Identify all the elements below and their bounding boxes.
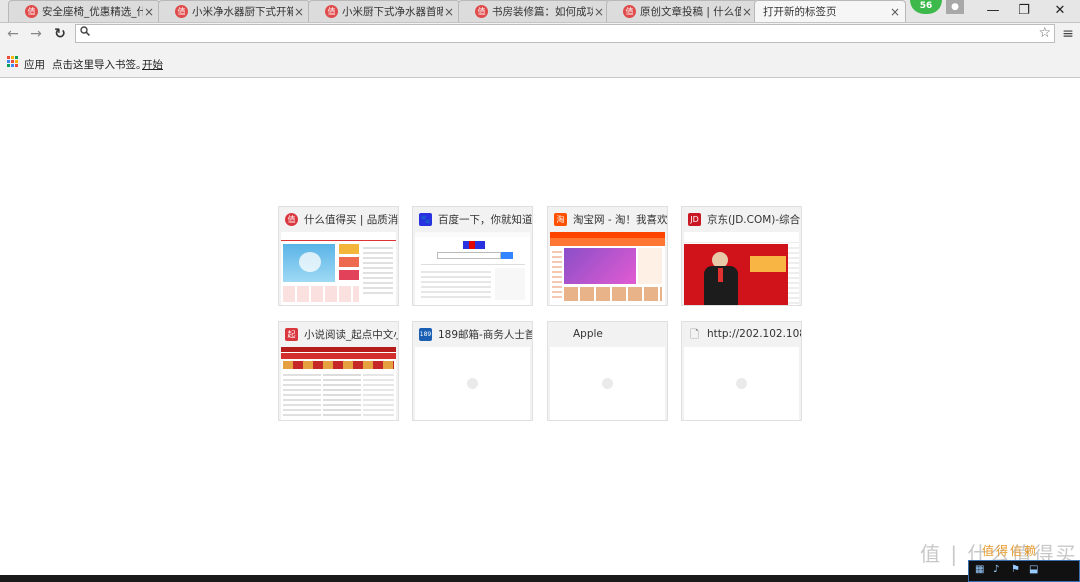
tile-thumbnail [281, 232, 396, 305]
close-tab-icon[interactable]: × [293, 5, 305, 19]
close-tab-icon[interactable]: × [889, 5, 901, 19]
most-visited-tile[interactable]: 起 小说阅读_起点中文小说网 [278, 321, 399, 421]
tile-title: Apple [573, 328, 603, 340]
tray-volume-icon[interactable]: ♪ [993, 564, 1005, 576]
back-button[interactable]: ← [3, 25, 23, 43]
tab-title: 安全座椅_优惠精选_什么值得买 [42, 6, 143, 18]
most-visited-tile[interactable]: 189 189邮箱-商务人士首选 [412, 321, 533, 421]
mail189-favicon-icon: 189 [419, 327, 432, 341]
search-icon [80, 26, 90, 39]
most-visited-tile[interactable]: JD 京东(JD.COM)-综合网购 [681, 206, 802, 306]
apps-link[interactable]: 应用 [24, 57, 45, 72]
tile-thumbnail [550, 347, 665, 420]
restore-button[interactable]: ❐ [1009, 2, 1039, 20]
tab-new-tab[interactable]: 打开新的标签页 × [754, 0, 906, 22]
tab-favicon-icon: 值 [25, 5, 38, 18]
most-visited-tile[interactable]: 值 什么值得买 | 品质消费 [278, 206, 399, 306]
bookmark-star-icon[interactable]: ☆ [1038, 25, 1051, 41]
taobao-favicon-icon: 淘 [554, 212, 567, 226]
forward-button[interactable]: → [26, 25, 46, 43]
toolbar: ← → ↻ ☆ ≡ [0, 23, 1080, 45]
bookmarks-bar: 应用 点击这里导入书签。 开始 [0, 45, 1080, 78]
tab-title: 打开新的标签页 [763, 6, 837, 18]
jd-favicon-icon: JD [688, 212, 701, 226]
tray-app-icon[interactable]: ⬓ [1029, 564, 1041, 576]
tab-title: 原创文章投稿 | 什么值得买 [640, 6, 741, 18]
minimize-button[interactable]: — [978, 2, 1008, 20]
system-tray: ▦ ♪ ⚑ ⬓ [968, 560, 1080, 582]
tile-thumbnail [684, 232, 799, 305]
tile-thumbnail [415, 347, 530, 420]
tile-title: 淘宝网 - 淘！我喜欢 [573, 213, 667, 226]
apps-grid-icon[interactable] [7, 56, 18, 67]
tile-title: 小说阅读_起点中文小说网 [304, 328, 398, 341]
tab-1[interactable]: 值 安全座椅_优惠精选_什么值得买 × [8, 0, 160, 22]
tile-thumbnail [415, 232, 530, 305]
loading-spinner-icon [736, 378, 747, 389]
tab-title: 书房装修篇：如何成功打造 [492, 6, 593, 18]
import-bookmarks-text: 点击这里导入书签。 [52, 59, 147, 71]
tile-title: 百度一下，你就知道 [438, 213, 532, 226]
baidu-paw-icon: 🐾 [419, 212, 432, 226]
qidian-favicon-icon: 起 [285, 327, 298, 341]
tab-strip: 值 安全座椅_优惠精选_什么值得买 × 值 小米净水器厨下式开箱及安装 × 值 … [0, 0, 1080, 23]
tab-favicon-icon: 值 [475, 5, 488, 18]
address-input[interactable] [94, 26, 998, 42]
loading-spinner-icon [467, 378, 478, 389]
close-tab-icon[interactable]: × [741, 5, 753, 19]
most-visited-tile[interactable]: Apple [547, 321, 668, 421]
apple-logo-icon [554, 328, 567, 341]
close-tab-icon[interactable]: × [143, 5, 155, 19]
tile-thumbnail [550, 232, 665, 305]
tile-title: 189邮箱-商务人士首选 [438, 328, 532, 341]
smzdm-favicon-icon: 值 [285, 212, 298, 226]
tile-title: 什么值得买 | 品质消费 [304, 213, 398, 226]
close-tab-icon[interactable]: × [443, 5, 455, 19]
tab-3[interactable]: 值 小米厨下式净水器首晒 | 什么值得买 × [308, 0, 460, 22]
user-profile-icon[interactable]: ● [946, 0, 964, 14]
tab-favicon-icon: 值 [623, 5, 636, 18]
menu-icon[interactable]: ≡ [1060, 25, 1076, 43]
loading-spinner-icon [602, 378, 613, 389]
tab-favicon-icon: 值 [325, 5, 338, 18]
close-tab-icon[interactable]: × [593, 5, 605, 19]
omnibox[interactable]: ☆ [75, 24, 1055, 43]
start-link[interactable]: 开始 [142, 57, 163, 72]
tab-title: 小米厨下式净水器首晒 | 什么值得买 [342, 6, 443, 18]
tray-flag-icon[interactable]: ⚑ [1011, 564, 1023, 576]
taskbar [0, 575, 1080, 582]
tab-2[interactable]: 值 小米净水器厨下式开箱及安装 × [158, 0, 310, 22]
notification-badge[interactable]: 56 [910, 0, 942, 14]
tile-thumbnail [684, 347, 799, 420]
tab-favicon-icon: 值 [175, 5, 188, 18]
tab-4[interactable]: 值 书房装修篇：如何成功打造 × [458, 0, 610, 22]
tab-title: 小米净水器厨下式开箱及安装 [192, 6, 293, 18]
reload-button[interactable]: ↻ [50, 25, 70, 43]
most-visited-tile[interactable]: 🐾 百度一下，你就知道 [412, 206, 533, 306]
tab-5[interactable]: 值 原创文章投稿 | 什么值得买 × [606, 0, 758, 22]
most-visited-tile[interactable]: 🗋 http://202.102.108.54 [681, 321, 802, 421]
close-window-button[interactable]: ✕ [1045, 2, 1075, 20]
page-document-icon: 🗋 [690, 327, 699, 341]
tray-network-icon[interactable]: ▦ [975, 564, 987, 576]
tile-title: http://202.102.108.54 [707, 328, 801, 340]
tile-title: 京东(JD.COM)-综合网购 [707, 213, 801, 226]
most-visited-tile[interactable]: 淘 淘宝网 - 淘！我喜欢 [547, 206, 668, 306]
watermark-tagline: 值得信赖 [982, 544, 1039, 558]
tile-thumbnail [281, 347, 396, 420]
